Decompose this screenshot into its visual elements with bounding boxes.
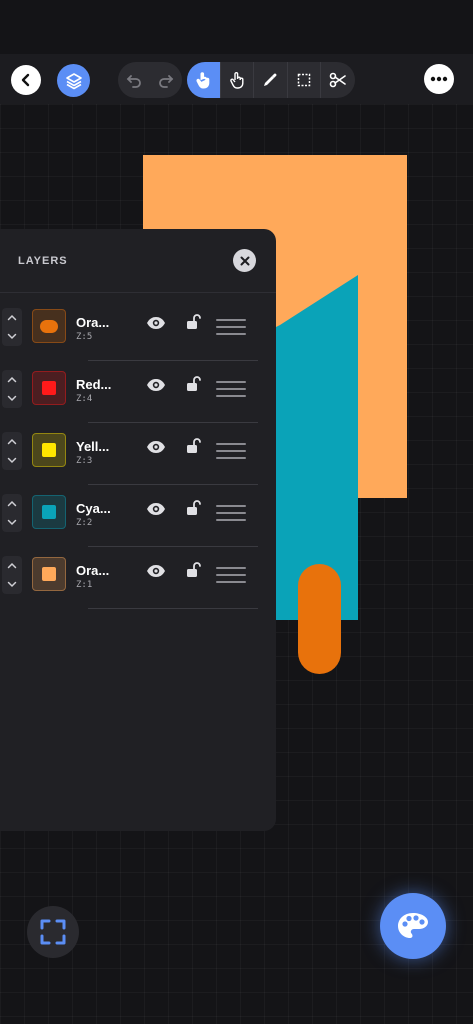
- unlock-icon[interactable]: [186, 561, 202, 579]
- layer-row[interactable]: Ora... Z:5: [0, 299, 260, 361]
- redo-icon[interactable]: [158, 72, 174, 88]
- eyedropper-icon: [264, 73, 277, 86]
- chevron-down-icon[interactable]: [7, 395, 17, 402]
- layer-row[interactable]: Yell... Z:3: [0, 423, 260, 485]
- panel-title: LAYERS: [18, 255, 68, 267]
- chevron-down-icon[interactable]: [7, 333, 17, 340]
- layer-color-swatch: [32, 495, 66, 529]
- scissors-icon: [329, 72, 346, 88]
- chevron-left-icon: [21, 73, 30, 87]
- chevron-up-icon[interactable]: [7, 438, 17, 445]
- layer-row[interactable]: Red... Z:4: [0, 361, 260, 423]
- fit-to-screen-button[interactable]: [27, 906, 79, 958]
- layer-name: Cya...: [76, 501, 111, 516]
- layer-color-dot: [42, 443, 56, 457]
- fit-screen-icon: [40, 919, 66, 945]
- unlock-icon[interactable]: [186, 375, 202, 393]
- reorder-arrows: [2, 432, 22, 470]
- layer-name: Red...: [76, 377, 112, 392]
- layer-color-dot: [42, 567, 56, 581]
- reorder-arrows: [2, 494, 22, 532]
- layers-button[interactable]: [57, 64, 90, 97]
- reorder-arrows: [2, 308, 22, 346]
- scissors-tool[interactable]: [321, 62, 355, 98]
- layer-name: Yell...: [76, 439, 110, 454]
- chevron-down-icon[interactable]: [7, 519, 17, 526]
- eyedropper-tool[interactable]: [254, 62, 288, 98]
- layer-color-dot: [40, 319, 58, 333]
- selection-tool[interactable]: [288, 62, 322, 98]
- chevron-up-icon[interactable]: [7, 562, 17, 569]
- layer-color-dot: [42, 381, 56, 395]
- layers-panel: LAYERS Ora... Z:5 Red... Z:4 Yell... Z:3…: [0, 229, 276, 831]
- color-palette-button[interactable]: [380, 893, 446, 959]
- layer-color-swatch: [32, 557, 66, 591]
- close-panel-button[interactable]: [233, 249, 256, 272]
- more-dots-icon: [430, 76, 448, 82]
- reorder-arrows: [2, 556, 22, 594]
- layer-z-index: Z:4: [76, 394, 93, 404]
- layer-color-dot: [42, 505, 56, 519]
- layer-color-swatch: [32, 309, 66, 343]
- eye-icon[interactable]: [146, 316, 166, 330]
- drag-handle[interactable]: [216, 500, 246, 526]
- drag-handle[interactable]: [216, 562, 246, 588]
- orange-pill-shape[interactable]: [298, 564, 341, 674]
- touch-tool[interactable]: [221, 62, 255, 98]
- unlock-icon[interactable]: [186, 499, 202, 517]
- chevron-down-icon[interactable]: [7, 457, 17, 464]
- touch-icon: [230, 72, 244, 89]
- back-button[interactable]: [11, 65, 41, 95]
- layer-z-index: Z:5: [76, 332, 93, 342]
- reorder-arrows: [2, 370, 22, 408]
- layers-icon: [65, 72, 82, 89]
- drag-handle[interactable]: [216, 376, 246, 402]
- selection-icon: [297, 73, 311, 87]
- layer-name: Ora...: [76, 315, 110, 330]
- panel-divider: [0, 292, 276, 293]
- layer-row[interactable]: Cya... Z:2: [0, 485, 260, 547]
- eye-icon[interactable]: [146, 564, 166, 578]
- chevron-up-icon[interactable]: [7, 500, 17, 507]
- chevron-down-icon[interactable]: [7, 581, 17, 588]
- drag-handle[interactable]: [216, 438, 246, 464]
- unlock-icon[interactable]: [186, 313, 202, 331]
- layer-z-index: Z:3: [76, 456, 93, 466]
- chevron-up-icon[interactable]: [7, 314, 17, 321]
- history-controls: [118, 62, 182, 98]
- layer-row[interactable]: Ora... Z:1: [0, 547, 260, 609]
- chevron-up-icon[interactable]: [7, 376, 17, 383]
- layer-name: Ora...: [76, 563, 110, 578]
- close-icon: [240, 256, 249, 265]
- layer-color-swatch: [32, 371, 66, 405]
- layer-z-index: Z:1: [76, 580, 93, 590]
- unlock-icon[interactable]: [186, 437, 202, 455]
- row-divider: [88, 608, 258, 609]
- layer-color-swatch: [32, 433, 66, 467]
- eye-icon[interactable]: [146, 502, 166, 516]
- hand-pointer-tool[interactable]: [187, 62, 221, 98]
- eye-icon[interactable]: [146, 378, 166, 392]
- undo-icon[interactable]: [126, 72, 142, 88]
- more-options-button[interactable]: [424, 64, 454, 94]
- eye-icon[interactable]: [146, 440, 166, 454]
- drag-handle[interactable]: [216, 314, 246, 340]
- hand-pointer-icon: [196, 72, 210, 89]
- palette-icon: [398, 913, 428, 938]
- tool-selector: [187, 62, 355, 98]
- layer-z-index: Z:2: [76, 518, 93, 528]
